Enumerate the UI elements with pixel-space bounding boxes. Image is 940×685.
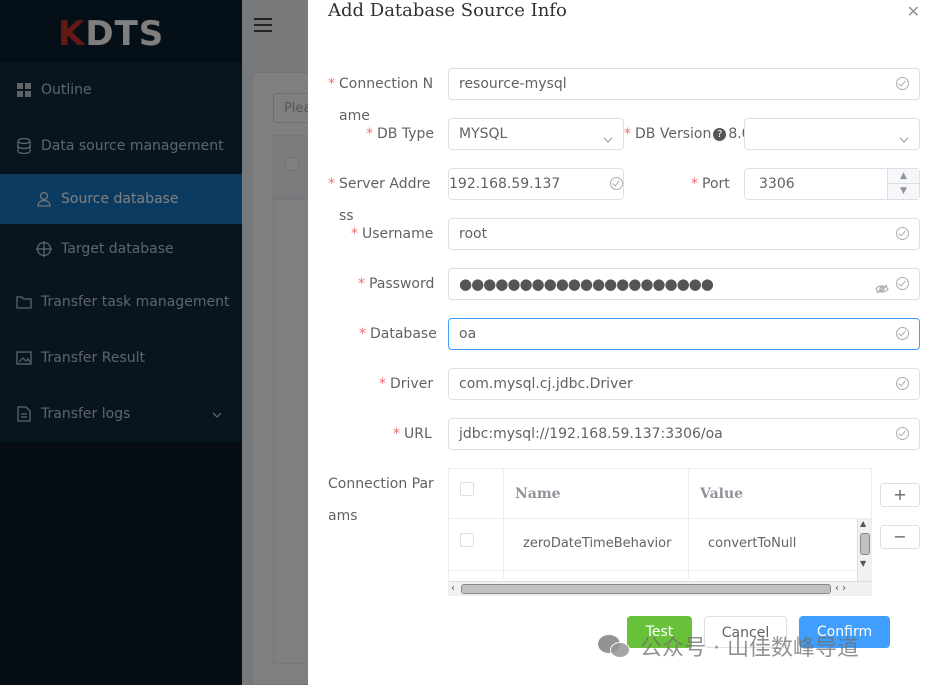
vertical-scrollbar[interactable]: ▲ ▼ xyxy=(857,519,871,583)
server-address-field[interactable]: 192.168.59.137 xyxy=(448,168,624,200)
username-label: * Username xyxy=(351,226,434,242)
database-label: * Database xyxy=(359,326,437,342)
valid-check-icon xyxy=(896,227,909,240)
column-header-value: Value xyxy=(700,486,744,502)
connection-params-label-wrap: ams xyxy=(328,508,358,524)
scrollbar-thumb xyxy=(461,584,831,594)
driver-field[interactable]: com.mysql.cj.jdbc.Driver xyxy=(448,368,920,400)
database-value: oa xyxy=(459,326,477,342)
username-field[interactable]: root xyxy=(448,218,920,250)
add-database-source-dialog: Add Database Source Info ✕ * Connection N… xyxy=(308,0,940,685)
password-label: * Password xyxy=(358,276,435,292)
valid-check-icon xyxy=(896,327,909,340)
db-type-label: * DB Type xyxy=(366,126,434,142)
url-value: jdbc:mysql://192.168.59.137:3306/oa xyxy=(459,426,723,442)
increment-icon: ▲ xyxy=(888,169,919,184)
connection-params-table: Name Value zeroDateTimeBehavior convertT… xyxy=(448,468,872,596)
close-icon[interactable]: ✕ xyxy=(907,2,920,21)
watermark: 公众号 · 山佳数峰导道 xyxy=(598,630,859,662)
watermark-text: 公众号 · 山佳数峰导道 xyxy=(640,636,859,661)
db-type-select[interactable]: MYSQL xyxy=(448,118,624,150)
dialog-title: Add Database Source Info xyxy=(328,0,567,21)
add-param-button[interactable]: + xyxy=(880,483,920,507)
horizontal-scrollbar[interactable]: ‹ ‹ › xyxy=(449,581,871,595)
param-value-cell[interactable]: convertToNull xyxy=(708,519,796,571)
db-version-select[interactable] xyxy=(744,118,920,150)
port-value: 3306 xyxy=(759,176,795,192)
url-field[interactable]: jdbc:mysql://192.168.59.137:3306/oa xyxy=(448,418,920,450)
username-value: root xyxy=(459,226,488,242)
eye-off-icon[interactable] xyxy=(875,276,889,306)
port-stepper-buttons[interactable]: ▲ ▼ xyxy=(887,169,919,199)
connection-name-label: * Connection N xyxy=(328,76,434,92)
wechat-icon xyxy=(598,633,632,659)
driver-value: com.mysql.cj.jdbc.Driver xyxy=(459,376,633,392)
chevron-down-icon xyxy=(899,125,909,155)
password-value: ●●●●●●●●●●●●●●●●●●●●● xyxy=(459,275,714,293)
url-label: * URL xyxy=(393,426,432,442)
port-label: * Port xyxy=(691,176,730,192)
server-address-label: * Server Addre xyxy=(328,176,431,192)
help-icon: ? xyxy=(713,127,727,141)
param-name-cell[interactable]: zeroDateTimeBehavior xyxy=(523,519,671,571)
valid-check-icon xyxy=(896,77,909,90)
server-address-value: 192.168.59.137 xyxy=(449,176,561,192)
scrollbar-thumb xyxy=(860,533,870,555)
connection-name-value: resource-mysql xyxy=(459,76,567,92)
table-header xyxy=(449,469,871,519)
connection-name-field[interactable]: resource-mysql xyxy=(448,68,920,100)
valid-check-icon xyxy=(896,427,909,440)
database-field[interactable]: oa xyxy=(448,318,920,350)
column-header-name: Name xyxy=(515,486,561,502)
db-type-value: MYSQL xyxy=(459,126,508,142)
valid-check-icon xyxy=(896,377,909,390)
password-field[interactable]: ●●●●●●●●●●●●●●●●●●●●● xyxy=(448,268,920,300)
row-checkbox[interactable] xyxy=(460,533,474,547)
decrement-icon: ▼ xyxy=(900,186,907,196)
valid-check-icon xyxy=(610,177,623,190)
select-all-checkbox[interactable] xyxy=(460,482,474,496)
db-version-label: * DB Version? 8.0 xyxy=(624,126,751,142)
valid-check-icon xyxy=(896,277,909,290)
remove-param-button[interactable]: − xyxy=(880,525,920,549)
connection-params-label: Connection Par xyxy=(328,476,434,492)
driver-label: * Driver xyxy=(379,376,434,392)
chevron-down-icon xyxy=(603,125,613,155)
port-stepper[interactable]: 3306 ▲ ▼ xyxy=(744,168,920,200)
